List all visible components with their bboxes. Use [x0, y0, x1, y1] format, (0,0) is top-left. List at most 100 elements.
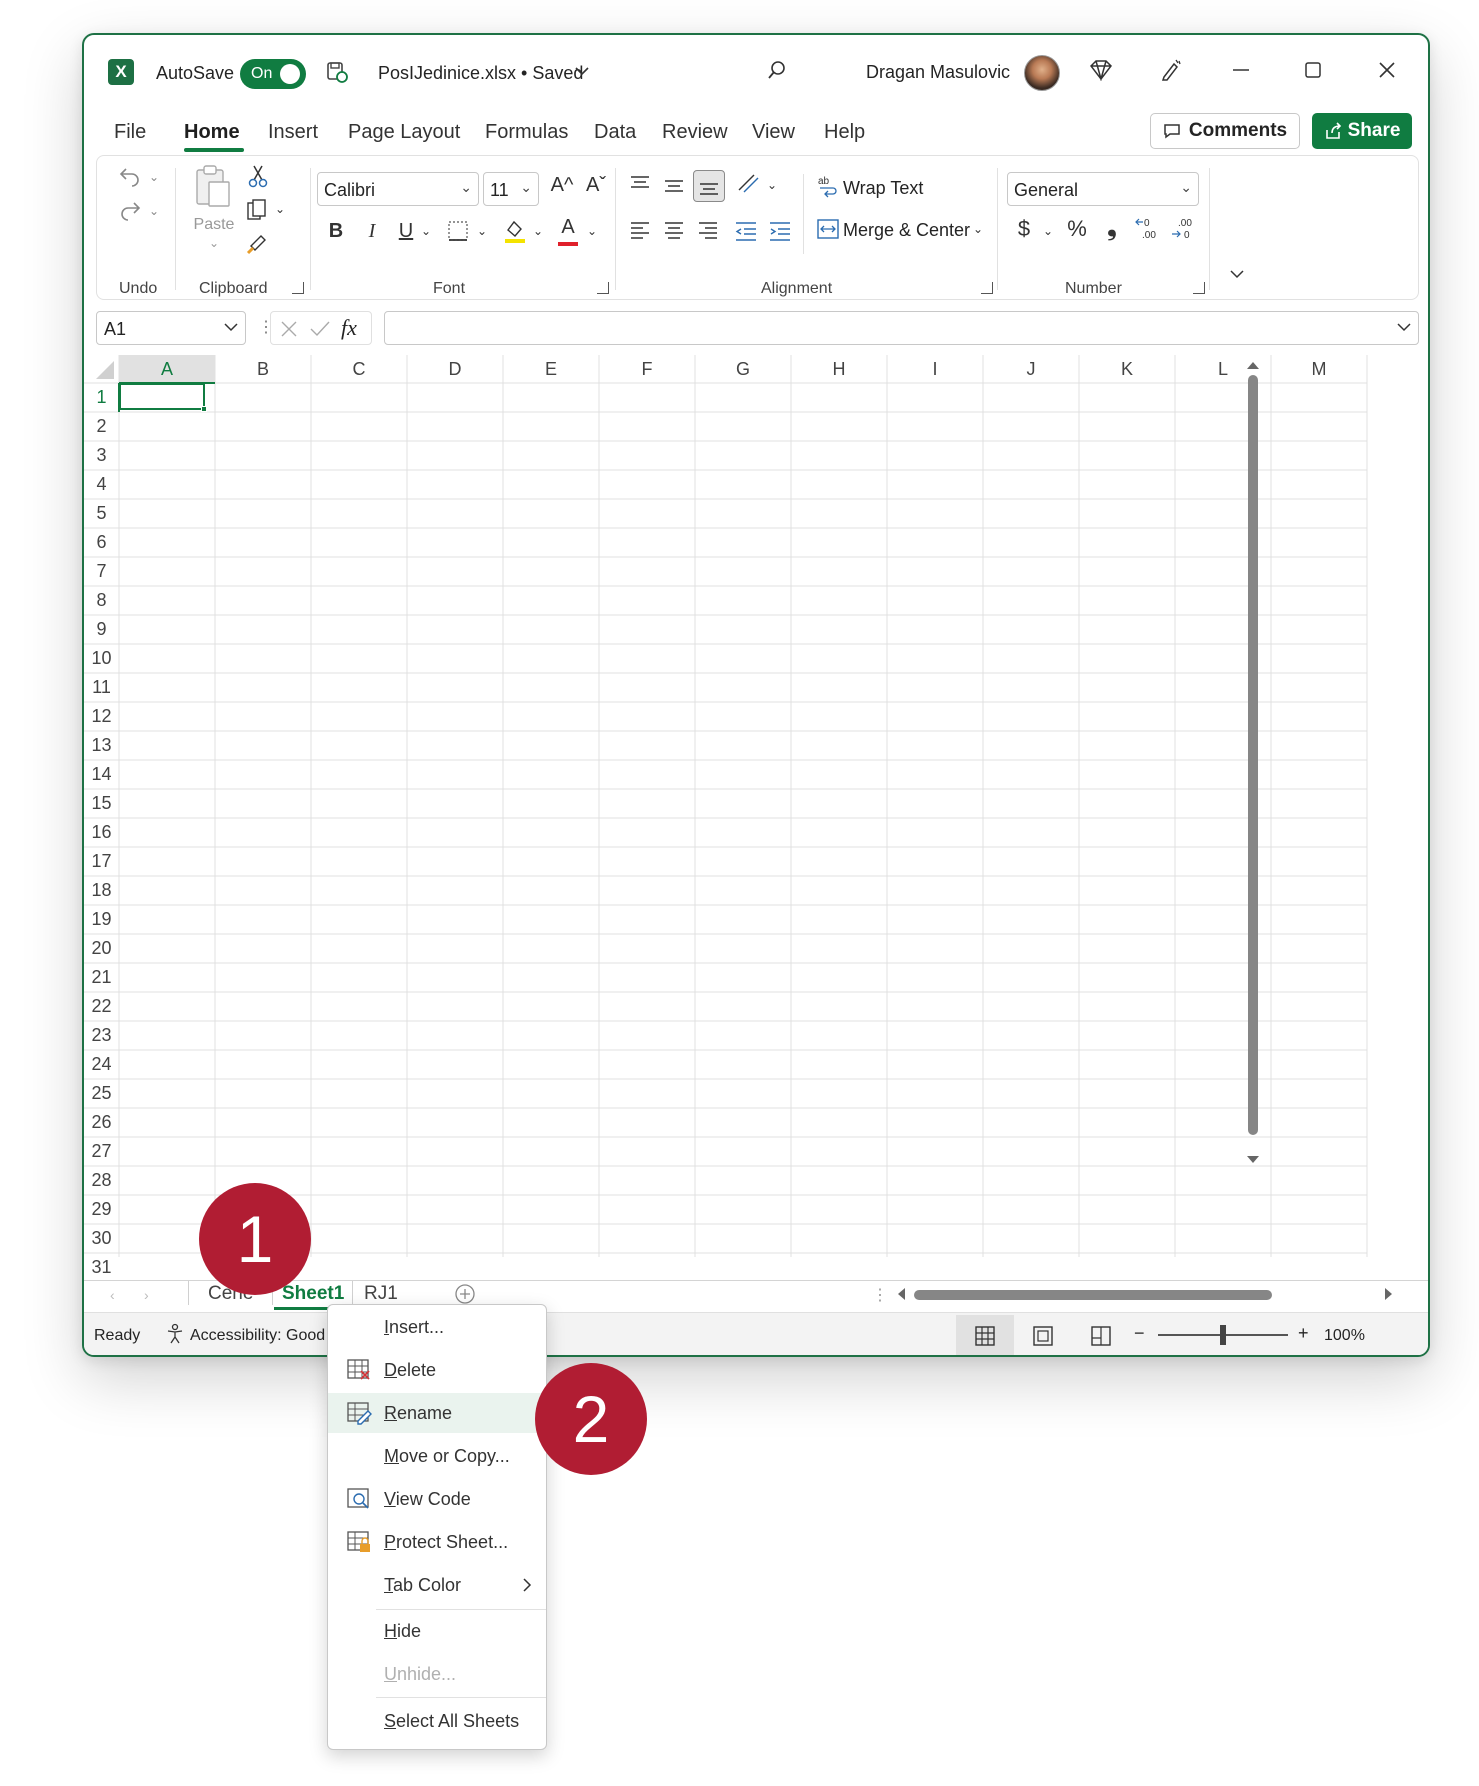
prev-sheet-icon[interactable]: ‹	[110, 1287, 115, 1303]
active-cell[interactable]	[119, 383, 205, 410]
page-layout-view-icon[interactable]	[1032, 1325, 1054, 1352]
row-header[interactable]: 19	[84, 905, 119, 934]
column-header[interactable]: D	[407, 355, 503, 383]
chevron-down-icon[interactable]	[572, 61, 592, 81]
zoom-out-icon[interactable]: −	[1134, 1323, 1145, 1344]
row-header[interactable]: 18	[84, 876, 119, 905]
row-header[interactable]: 12	[84, 702, 119, 731]
row-header[interactable]: 30	[84, 1224, 119, 1253]
menu-item-move-copy[interactable]: Move or Copy...	[328, 1436, 546, 1476]
column-header[interactable]: C	[311, 355, 407, 383]
save-refresh-icon[interactable]	[322, 57, 352, 87]
share-button[interactable]: Share	[1312, 113, 1412, 149]
cancel-icon[interactable]	[279, 319, 299, 344]
scroll-right-icon[interactable]	[1384, 1287, 1394, 1306]
align-right-icon[interactable]	[695, 220, 721, 248]
row-header[interactable]: 1	[84, 383, 119, 412]
column-header[interactable]: J	[983, 355, 1079, 383]
menu-item-rename[interactable]: Rename	[328, 1393, 546, 1433]
tab-help[interactable]: Help	[824, 121, 865, 144]
fill-color-icon[interactable]	[501, 218, 529, 250]
row-header[interactable]: 22	[84, 992, 119, 1021]
row-header[interactable]: 13	[84, 731, 119, 760]
tab-data[interactable]: Data	[594, 121, 636, 144]
borders-dropdown-icon[interactable]: ⌄	[475, 224, 489, 238]
menu-item-protect-sheet[interactable]: Protect Sheet...	[328, 1522, 546, 1562]
column-header[interactable]: K	[1079, 355, 1175, 383]
undo-dropdown-icon[interactable]: ⌄	[147, 170, 161, 184]
menu-item-hide[interactable]: Hide	[328, 1611, 546, 1651]
row-header[interactable]: 16	[84, 818, 119, 847]
tab-split-handle[interactable]: ⋮	[872, 1285, 888, 1305]
column-header[interactable]: B	[215, 355, 311, 383]
clipboard-launcher-icon[interactable]	[292, 282, 304, 294]
zoom-in-icon[interactable]: +	[1298, 1323, 1309, 1344]
shrink-font-button[interactable]: Aˇ	[583, 174, 609, 197]
row-header[interactable]: 31	[84, 1253, 119, 1282]
column-header[interactable]: H	[791, 355, 887, 383]
decrease-decimal-icon[interactable]: .00 0	[1169, 216, 1199, 248]
row-header[interactable]: 23	[84, 1021, 119, 1050]
fill-handle[interactable]	[201, 406, 207, 412]
page-break-view-icon[interactable]	[1090, 1325, 1112, 1352]
paste-dropdown-icon[interactable]: ⌄	[207, 236, 221, 250]
align-center-icon[interactable]	[661, 220, 687, 248]
enter-icon[interactable]	[309, 319, 331, 344]
pen-icon[interactable]	[1154, 53, 1188, 87]
row-header[interactable]: 29	[84, 1195, 119, 1224]
currency-dropdown-icon[interactable]: ⌄	[1041, 224, 1055, 238]
worksheet-grid[interactable]: ABCDEFGHIJKLM 1 2 3 4 5 6 7 8 9 10 11 12 13 14 15 16 17 1…	[84, 355, 1428, 1277]
row-header[interactable]: 28	[84, 1166, 119, 1195]
merge-dropdown-icon[interactable]: ⌄	[971, 222, 985, 236]
column-header[interactable]: I	[887, 355, 983, 383]
formula-input[interactable]	[384, 311, 1419, 345]
row-header[interactable]: 7	[84, 557, 119, 586]
font-name-select[interactable]: Calibri ⌄	[317, 172, 479, 206]
menu-item-insert[interactable]: Insert...	[328, 1307, 546, 1347]
vertical-scrollbar-thumb[interactable]	[1248, 375, 1258, 1135]
column-header[interactable]: M	[1271, 355, 1367, 383]
orientation-dropdown-icon[interactable]: ⌄	[765, 178, 779, 192]
ribbon-collapse-icon[interactable]	[1227, 262, 1247, 285]
menu-item-select-all-sheets[interactable]: Select All Sheets	[328, 1701, 546, 1741]
number-launcher-icon[interactable]	[1193, 282, 1205, 294]
font-size-select[interactable]: 11 ⌄	[483, 172, 539, 206]
comments-button[interactable]: Comments	[1150, 113, 1300, 149]
underline-button[interactable]: U	[395, 220, 417, 243]
column-header[interactable]: F	[599, 355, 695, 383]
currency-button[interactable]: $	[1013, 216, 1035, 242]
align-middle-icon[interactable]	[661, 176, 687, 202]
accessibility-icon[interactable]	[164, 1323, 186, 1350]
row-header[interactable]: 24	[84, 1050, 119, 1079]
formula-expand-icon[interactable]	[1396, 320, 1412, 338]
name-box-dropdown-icon[interactable]	[223, 320, 239, 338]
orientation-icon[interactable]	[735, 172, 763, 200]
increase-indent-icon[interactable]	[767, 220, 793, 248]
alignment-launcher-icon[interactable]	[981, 282, 993, 294]
comma-button[interactable]: ❟	[1101, 214, 1123, 242]
file-title[interactable]: PosIJedinice.xlsx • Saved	[378, 63, 583, 84]
tab-home[interactable]: Home	[184, 121, 240, 144]
row-header[interactable]: 21	[84, 963, 119, 992]
percent-button[interactable]: %	[1063, 216, 1091, 242]
borders-icon[interactable]	[445, 220, 471, 248]
name-box[interactable]: A1	[96, 311, 246, 345]
grow-font-button[interactable]: A^	[549, 174, 575, 197]
insert-function-button[interactable]: fx	[341, 315, 357, 341]
undo-icon[interactable]	[115, 164, 145, 194]
align-top-icon[interactable]	[627, 174, 653, 200]
scroll-left-icon[interactable]	[896, 1287, 906, 1306]
column-header[interactable]: A	[119, 355, 215, 383]
number-format-select[interactable]: General ⌄	[1007, 172, 1199, 206]
scroll-down-icon[interactable]	[1246, 1152, 1260, 1166]
merge-center-label[interactable]: Merge & Center	[843, 220, 970, 241]
row-header[interactable]: 15	[84, 789, 119, 818]
redo-icon[interactable]	[115, 198, 145, 228]
row-header[interactable]: 2	[84, 412, 119, 441]
zoom-level[interactable]: 100%	[1324, 1327, 1365, 1345]
merge-center-icon[interactable]	[815, 218, 841, 246]
minimize-icon[interactable]	[1224, 53, 1258, 87]
row-header[interactable]: 26	[84, 1108, 119, 1137]
close-icon[interactable]	[1370, 53, 1404, 87]
paste-icon[interactable]	[191, 164, 235, 216]
